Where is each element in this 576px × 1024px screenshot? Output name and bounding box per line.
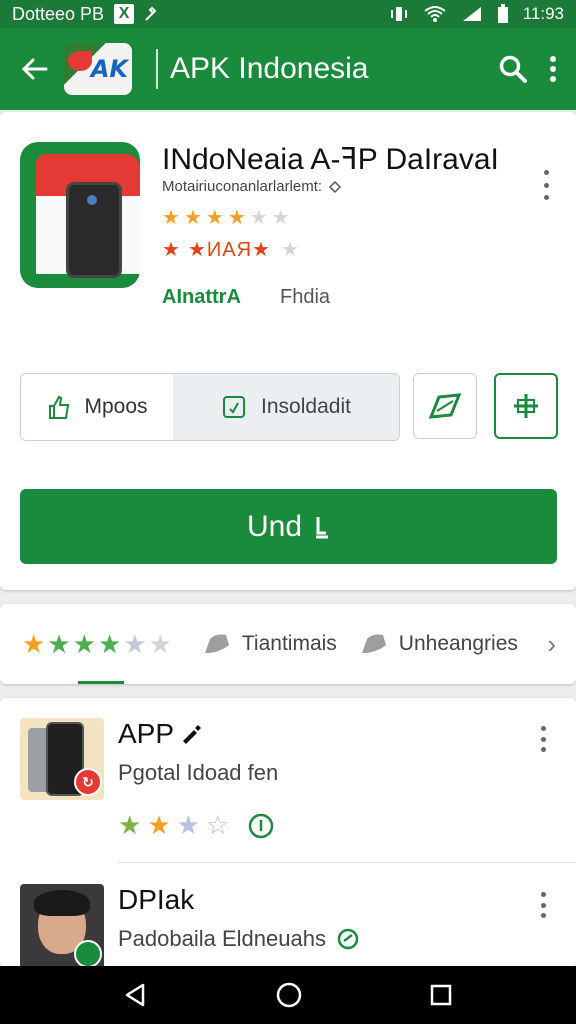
related-apps-list: ↻ APP Pgotal Idoad fen ★ ★ ★ ☆ DPIak Padoba… — [0, 698, 576, 968]
like-icon — [49, 395, 70, 419]
wishlist-button[interactable] — [413, 373, 477, 439]
developer-line[interactable]: Motairiuconanlarlarlemt: — [162, 178, 342, 195]
mpoos-label: Mpoos — [84, 395, 148, 418]
carrier-text: Dotteeo PB — [12, 3, 105, 24]
app-name: INdoNeaia A-ꟻP DaIravaI — [162, 143, 499, 176]
back-arrow-icon — [21, 58, 48, 80]
list-item-subtitle: Padobaila Eldneuahs — [118, 926, 360, 952]
status-bar: Dotteeo PB X 11:93 — [0, 0, 576, 28]
install-option-button[interactable]: Insoldadit — [173, 374, 399, 440]
list-item-stars: ★ ★ ★ ☆ — [118, 810, 275, 841]
rating-stars: ★ ★ ★ ★ ★ ★ — [162, 207, 290, 229]
tools-icon — [145, 6, 157, 21]
notification-icon: X — [114, 4, 135, 24]
tag-icon — [204, 634, 229, 653]
rating-row-2: ★ ★ИАЯ★ ★ — [162, 239, 299, 261]
app-icon — [20, 142, 140, 288]
page-title: APK Indonesia — [170, 52, 369, 85]
tiantimais-label: Tiantimais — [241, 632, 337, 655]
list-item[interactable]: ↻ APP Pgotal Idoad fen ★ ★ ★ ☆ — [0, 698, 576, 864]
chevron-right-icon[interactable]: › — [547, 629, 556, 660]
back-nav-icon[interactable] — [123, 982, 149, 1008]
system-nav-bar — [0, 966, 576, 1024]
logo-text: AK — [90, 55, 128, 83]
card-more-icon[interactable] — [538, 170, 554, 200]
app-bar: AK APK Indonesia — [0, 28, 576, 110]
summary-stars[interactable]: ★ ★ ★ ★ ★ ★ — [22, 629, 172, 660]
brand-logo[interactable]: AK — [64, 43, 132, 95]
list-item-title: APP — [118, 718, 202, 750]
developer-text: Motairiuconanlarlarlemt: — [162, 178, 323, 195]
category-icon — [361, 634, 386, 653]
add-icon — [514, 394, 538, 418]
clock-text: 11:93 — [522, 4, 564, 23]
list-item-more-icon[interactable] — [536, 892, 550, 918]
install-button[interactable]: Und — [20, 489, 557, 564]
list-item-subtitle: Pgotal Idoad fen — [118, 760, 279, 785]
mpoos-button[interactable]: Mpoos — [21, 374, 173, 440]
signal-icon — [462, 7, 481, 21]
search-icon[interactable] — [498, 54, 528, 84]
logo-mark — [68, 51, 92, 71]
tiantimais-link[interactable]: Tiantimais — [202, 631, 337, 657]
sync-icon — [337, 928, 359, 950]
unheangries-link[interactable]: Unheangries — [359, 631, 518, 657]
share-icon — [329, 180, 342, 193]
edit-icon — [183, 725, 202, 744]
info-icon[interactable] — [247, 812, 275, 840]
rating-text: ★ИАЯ★ — [187, 239, 271, 261]
refresh-icon: ↻ — [74, 768, 102, 796]
list-item-subtitle-text: Padobaila Eldneuahs — [118, 926, 326, 951]
unheangries-label: Unheangries — [398, 632, 518, 655]
vibrate-icon — [390, 7, 407, 21]
install-button-label: Und — [246, 509, 303, 543]
app-thumbnail — [20, 884, 104, 968]
status-badge — [74, 940, 102, 968]
install-icon — [223, 396, 246, 418]
list-item-title: DPIak — [118, 884, 195, 915]
download-icon — [316, 516, 329, 538]
active-tab-indicator — [78, 681, 124, 684]
developer-link[interactable]: AInattrA — [162, 286, 241, 309]
action-segmented: Mpoos Insoldadit — [20, 373, 400, 441]
back-button[interactable] — [6, 28, 62, 110]
more-vert-icon[interactable] — [548, 54, 558, 84]
home-nav-icon[interactable] — [275, 981, 303, 1009]
list-item-title-text: APP — [118, 718, 175, 749]
phone-image — [66, 182, 122, 278]
developer-region: Fhdia — [280, 286, 331, 308]
app-thumbnail: ↻ — [20, 718, 104, 800]
battery-icon — [497, 4, 508, 23]
rating-summary-card: ★ ★ ★ ★ ★ ★ Tiantimais Unheangries › — [0, 604, 576, 684]
title-divider — [156, 49, 158, 89]
wishlist-icon — [428, 393, 462, 419]
list-item-more-icon[interactable] — [536, 726, 550, 752]
recents-nav-icon[interactable] — [429, 983, 453, 1007]
wifi-icon — [424, 6, 446, 22]
list-item[interactable]: DPIak Padobaila Eldneuahs — [0, 864, 576, 968]
list-divider — [118, 862, 576, 863]
install-option-label: Insoldadit — [261, 395, 351, 418]
add-button[interactable] — [494, 373, 558, 439]
